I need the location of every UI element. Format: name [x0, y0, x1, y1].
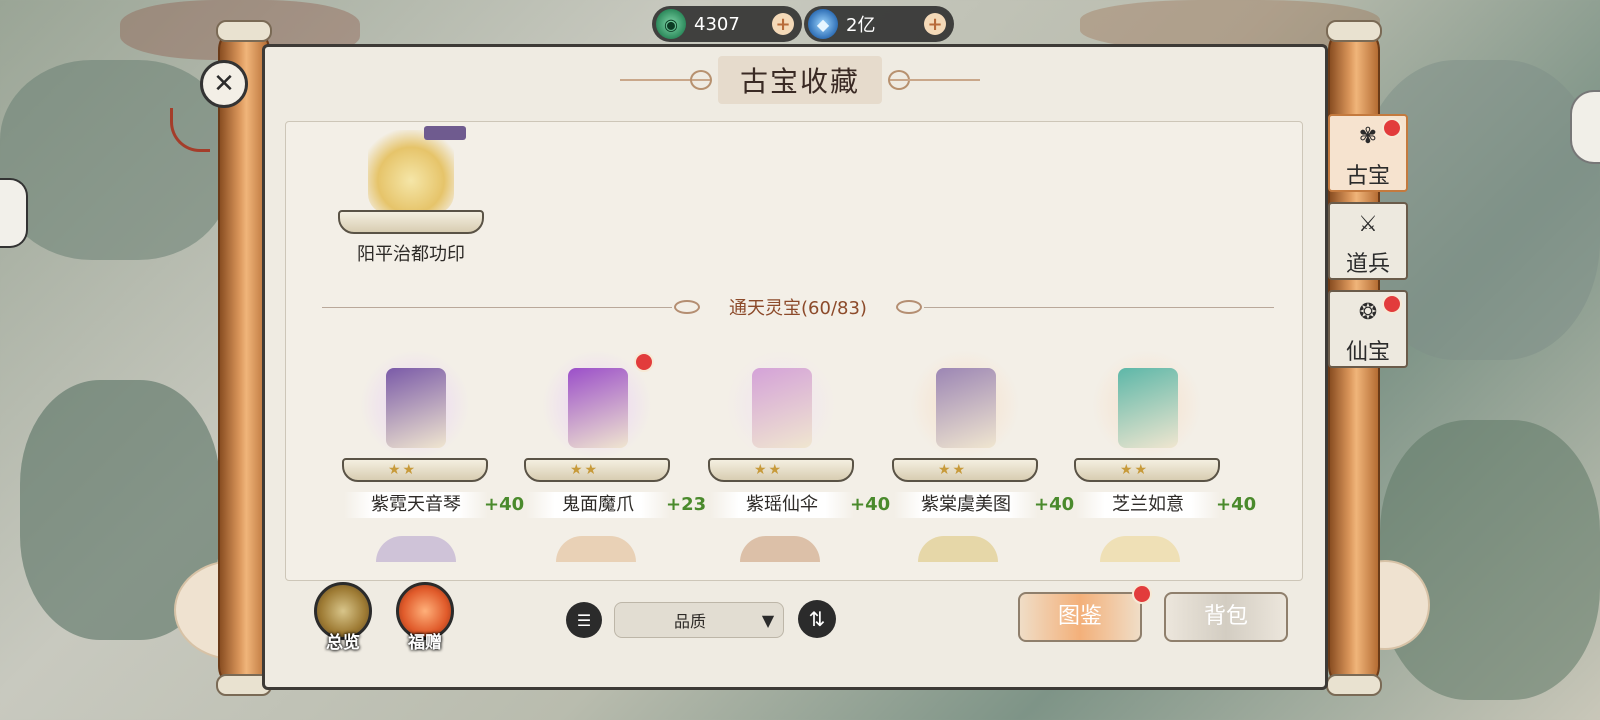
tab-label: 古宝: [1345, 164, 1390, 189]
treasure-card[interactable]: ★★ 鬼面魔爪 +23: [520, 350, 710, 520]
tab-xianbao[interactable]: ❂ 仙宝: [1328, 290, 1408, 368]
star-rating: ★★: [1120, 462, 1150, 478]
treasure-card[interactable]: ★★ 紫瑶仙伞 +40: [704, 350, 894, 520]
panel-title: 古宝收藏: [717, 56, 882, 104]
treasure-bonus: +40: [484, 494, 525, 515]
sort-value: 品质: [673, 612, 706, 631]
jade-icon: ◉: [656, 9, 686, 39]
jade-amount: 4307: [694, 13, 740, 35]
tab-label: 仙宝: [1345, 340, 1390, 365]
side-mascot-icon[interactable]: [0, 178, 28, 248]
section-divider: 通天灵宝(60/83): [322, 292, 1274, 322]
treasure-card[interactable]: ★★ 芝兰如意 +40: [1070, 350, 1260, 520]
featured-treasure[interactable]: 阳平治都功印: [338, 126, 484, 266]
treasure-card-partial[interactable]: [918, 536, 998, 562]
treasure-icon: ✾: [1358, 124, 1378, 149]
crystal-currency: ◆ 2亿 +: [804, 6, 954, 42]
catalog-button[interactable]: 图鉴: [1018, 592, 1142, 642]
quality-badge: [424, 126, 466, 140]
treasure-bonus: +40: [1216, 494, 1257, 515]
treasure-card-partial[interactable]: [740, 536, 820, 562]
treasure-art-icon: [568, 368, 628, 448]
side-avatar[interactable]: [1570, 90, 1600, 164]
treasure-card[interactable]: ★★ 紫棠虞美图 +40: [888, 350, 1078, 520]
treasure-name: 紫瑶仙伞: [710, 492, 854, 518]
sort-order-icon[interactable]: ⇅: [798, 600, 836, 638]
notification-dot: [1382, 118, 1402, 138]
treasure-name: 芝兰如意: [1076, 492, 1220, 518]
background-scenery: [0, 60, 230, 260]
add-jade-button[interactable]: +: [772, 13, 794, 35]
treasure-art-icon: [752, 368, 812, 448]
treasure-name: 紫霓天音琴: [344, 492, 488, 518]
treasure-art-icon: [1118, 368, 1178, 448]
background-scenery: [1380, 420, 1600, 700]
weapon-icon: ⚔: [1358, 212, 1378, 237]
treasure-bonus: +23: [666, 494, 707, 515]
star-rating: ★★: [754, 462, 784, 478]
crystal-icon: ◆: [808, 9, 838, 39]
close-button[interactable]: ✕: [200, 60, 248, 108]
immortal-treasure-icon: ❂: [1358, 300, 1378, 325]
treasure-bonus: +40: [850, 494, 891, 515]
sort-dropdown[interactable]: 品质 ▼: [614, 602, 784, 638]
crystal-amount: 2亿: [846, 15, 876, 36]
notification-dot: [634, 352, 654, 372]
add-crystal-button[interactable]: +: [924, 13, 946, 35]
seal-treasure-icon: [368, 130, 454, 214]
filter-icon[interactable]: ☰: [566, 602, 602, 638]
treasure-art-icon: [386, 368, 446, 448]
tab-gubao[interactable]: ✾ 古宝: [1328, 114, 1408, 192]
treasure-name: 鬼面魔爪: [526, 492, 670, 518]
star-rating: ★★: [938, 462, 968, 478]
treasure-art-icon: [936, 368, 996, 448]
treasure-card[interactable]: ★★ 紫霓天音琴 +40: [338, 350, 528, 520]
pedestal: [338, 210, 484, 234]
treasure-bonus: +40: [1034, 494, 1075, 515]
treasure-name: 阳平治都功印: [357, 244, 465, 265]
star-rating: ★★: [388, 462, 418, 478]
treasure-name: 紫棠虞美图: [894, 492, 1038, 518]
treasure-card-partial[interactable]: [556, 536, 636, 562]
treasure-card-partial[interactable]: [376, 536, 456, 562]
cloud-ornament-icon: [690, 70, 712, 90]
cloud-ornament-icon: [896, 300, 922, 314]
star-rating: ★★: [570, 462, 600, 478]
notification-dot: [1382, 294, 1402, 314]
treasure-card-partial[interactable]: [1100, 536, 1180, 562]
panel-title-bar: 古宝收藏: [620, 56, 980, 104]
notification-dot: [1132, 584, 1152, 604]
chevron-down-icon: ▼: [761, 610, 775, 630]
tab-daobing[interactable]: ⚔ 道兵: [1328, 202, 1408, 280]
gift-label: 福赠: [408, 633, 442, 653]
jade-currency: ◉ 4307 +: [652, 6, 802, 42]
overview-label: 总览: [326, 633, 360, 653]
bag-button[interactable]: 背包: [1164, 592, 1288, 642]
tab-label: 道兵: [1345, 252, 1390, 277]
